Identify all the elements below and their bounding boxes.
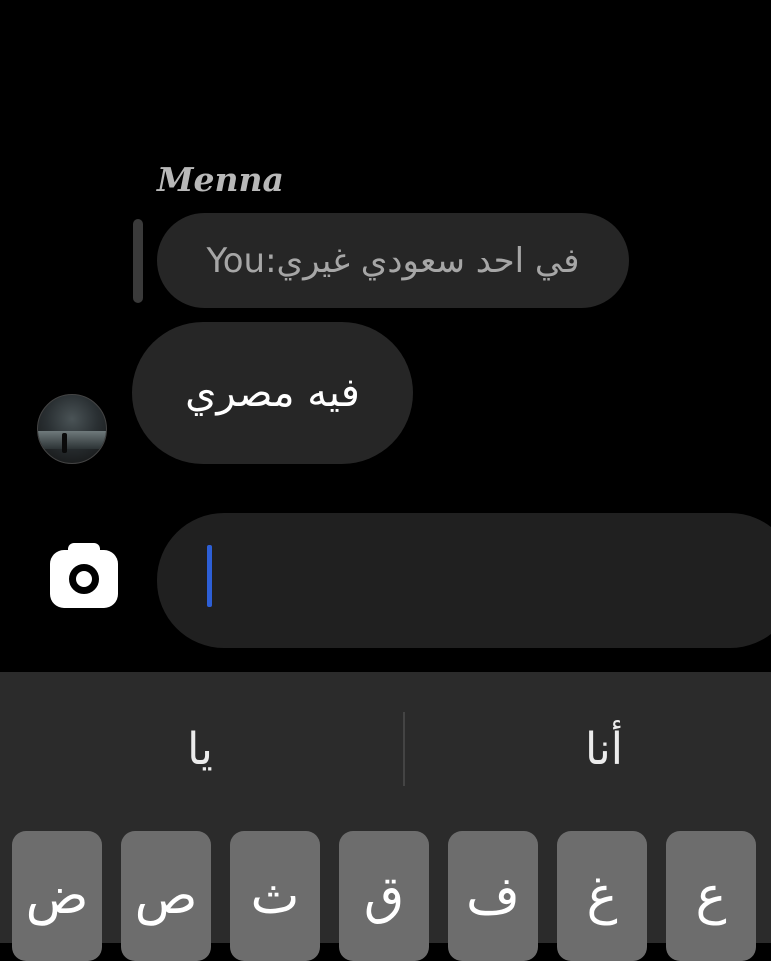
reply-text: في احد سعودي غيري: [276, 240, 580, 281]
key-sad[interactable]: ص: [121, 831, 211, 961]
reply-indicator-bar: [133, 219, 143, 303]
reply-prefix: You:: [206, 240, 277, 281]
camera-button[interactable]: [50, 543, 118, 608]
message-text: فيه مصري: [185, 370, 360, 416]
suggestion-left[interactable]: يا: [100, 724, 300, 775]
key-ain[interactable]: ع: [666, 831, 756, 961]
reply-quote-bubble[interactable]: You: في احد سعودي غيري: [157, 213, 629, 308]
key-fa[interactable]: ف: [448, 831, 538, 961]
camera-icon-top: [68, 543, 100, 555]
camera-icon: [69, 564, 99, 594]
sender-name: Menna: [157, 160, 284, 199]
avatar-wave-graphic: [38, 431, 106, 449]
avatar-figure-graphic: [62, 433, 67, 453]
suggestion-divider: [403, 712, 405, 786]
avatar[interactable]: [37, 394, 107, 464]
key-tha[interactable]: ث: [230, 831, 320, 961]
key-dad[interactable]: ض: [12, 831, 102, 961]
keyboard: يا أنا ض ص ث ق ف غ ع: [0, 672, 771, 961]
key-qaf[interactable]: ق: [339, 831, 429, 961]
message-bubble[interactable]: فيه مصري: [132, 322, 413, 464]
text-cursor: [207, 545, 212, 607]
key-ghain[interactable]: غ: [557, 831, 647, 961]
message-input[interactable]: [157, 513, 771, 648]
suggestion-right[interactable]: أنا: [504, 724, 704, 775]
